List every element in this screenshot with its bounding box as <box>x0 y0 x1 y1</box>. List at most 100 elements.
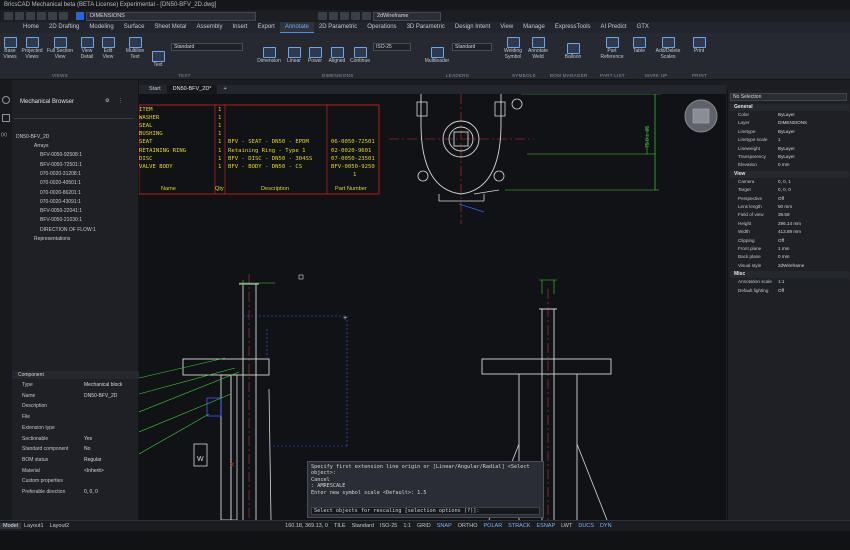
property-row[interactable]: Target 0, 0, 0 <box>730 187 849 194</box>
projected-views-button[interactable]: Projected Views <box>21 37 43 60</box>
layout-tab[interactable]: Model <box>0 523 21 529</box>
new-tab-icon[interactable]: + <box>217 85 232 94</box>
edit-view-button[interactable]: Edit View <box>99 37 117 60</box>
prop-section-header[interactable]: View <box>730 170 849 178</box>
linear-dim-button[interactable]: Linear <box>285 47 303 65</box>
tab-2d-drafting[interactable]: 2D Drafting <box>44 22 84 33</box>
tab-modeling[interactable]: Modeling <box>84 22 118 33</box>
property-row[interactable]: Lineweight ByLayer <box>730 146 849 153</box>
doc-tab-drawing[interactable]: DN50-BFV_2D* <box>166 85 218 94</box>
drawing-canvas[interactable]: 75.0 ± .05 W ✕ + ITEM 1 WASHER 1 SEAL 1 … <box>139 94 726 520</box>
tab-sheet-metal[interactable]: Sheet Metal <box>149 22 191 33</box>
aligned-dim-button[interactable]: Aligned <box>327 47 347 65</box>
property-row[interactable]: Clipping Off <box>730 238 849 245</box>
prop-section-header[interactable]: General <box>730 104 849 111</box>
tab-view[interactable]: View <box>495 22 518 33</box>
component-prop-row[interactable]: Custom properties <box>12 478 137 488</box>
dim-style-select[interactable]: ISO-25 <box>373 43 411 51</box>
browser-settings-icon[interactable]: ⚙ <box>105 98 109 104</box>
tree-root[interactable]: DN50-BFV_2D <box>16 134 49 140</box>
component-prop-row[interactable]: File <box>12 414 137 424</box>
property-row[interactable]: Camera 0, 0, 1 <box>730 179 849 186</box>
tab-insert[interactable]: Insert <box>227 22 252 33</box>
component-prop-row[interactable]: Type Mechanical block <box>12 382 137 392</box>
prop-section-header[interactable]: Misc <box>730 271 849 279</box>
continue-dim-button[interactable]: Continue <box>348 47 372 65</box>
property-row[interactable]: Front plane 1 mm <box>730 246 849 253</box>
status-toggle-ducs[interactable]: DUCS <box>575 523 597 529</box>
tab-export[interactable]: Export <box>252 22 279 33</box>
tab-design-intent[interactable]: Design Intent <box>450 22 495 33</box>
browser-search[interactable] <box>14 112 134 119</box>
power-dim-button[interactable]: Power <box>305 47 325 65</box>
property-row[interactable]: Transparency ByLayer <box>730 154 849 161</box>
view-detail-button[interactable]: View Detail <box>77 37 97 60</box>
component-prop-row[interactable]: Sectionable Yes <box>12 436 137 446</box>
tree-item[interactable]: 070-0020-31208:1 <box>40 171 81 177</box>
property-row[interactable]: Linetype ByLayer <box>730 129 849 136</box>
tree-item[interactable]: Arrays <box>34 143 48 149</box>
status-toggle-polar[interactable]: POLAR <box>481 523 506 529</box>
vertical-dim-text[interactable]: 75.0 ± .05 <box>645 126 651 148</box>
tab-annotate[interactable]: Annotate <box>279 22 314 33</box>
tab-gtx[interactable]: GTX <box>632 22 654 33</box>
tab-3d-parametric[interactable]: 3D Parametric <box>402 22 450 33</box>
tree-item[interactable]: BFV-0050-72501:1 <box>40 162 82 168</box>
layer-state-icon[interactable] <box>318 12 327 20</box>
property-row[interactable]: Layer DIMENSIONS <box>730 120 849 127</box>
new-icon[interactable] <box>4 12 13 20</box>
status-toggle-snap[interactable]: SNAP <box>434 523 455 529</box>
selection-select[interactable]: No Selection <box>730 93 847 101</box>
property-row[interactable]: Width 413.89 mm <box>730 229 849 236</box>
base-views-button[interactable]: Base Views <box>2 37 18 60</box>
layer-select[interactable]: DIMENSIONS <box>86 11 256 21</box>
view-cube-face[interactable] <box>692 108 710 124</box>
tree-item[interactable]: 070-0020-40501:1 <box>40 180 81 186</box>
linetype-icon[interactable] <box>351 12 360 20</box>
property-row[interactable]: Elevation 0 mm <box>730 162 849 169</box>
component-prop-row[interactable]: BOM status Regular <box>12 457 137 467</box>
status-toggle-lwt[interactable]: LWT <box>558 523 575 529</box>
property-row[interactable]: Default lighting Off <box>730 288 849 295</box>
weld-w-label[interactable]: W <box>197 456 204 463</box>
valve-top-view[interactable]: 75.0 ± .05 <box>389 94 661 224</box>
full-section-view-button[interactable]: Full Section View <box>46 37 74 60</box>
component-prop-row[interactable]: Standard component No <box>12 446 137 456</box>
tree-item[interactable]: 070-0020-43091:1 <box>40 199 81 205</box>
status-toggle-strack[interactable]: STRACK <box>505 523 533 529</box>
save-icon[interactable] <box>26 12 35 20</box>
component-prop-row[interactable]: Name DN50-BFV_2D <box>12 393 137 403</box>
status-toggle-grid[interactable]: GRID <box>414 523 434 529</box>
property-row[interactable]: Visual style 2dWireframe <box>730 263 849 270</box>
text-button[interactable]: Text <box>151 51 165 69</box>
tree-item[interactable]: 070-0020-86201:1 <box>40 190 81 196</box>
tab-2d-parametric[interactable]: 2D Parametric <box>314 22 362 33</box>
property-row[interactable]: Height 296.14 mm <box>730 221 849 228</box>
component-prop-row[interactable]: Material <Inherit> <box>12 468 137 478</box>
tab-operations[interactable]: Operations <box>362 22 401 33</box>
tree-item[interactable]: BFV-0050-92508:1 <box>40 152 82 158</box>
browser-menu-icon[interactable]: ⋮ <box>118 98 123 104</box>
layout-tab[interactable]: Layout2 <box>47 523 73 529</box>
doc-tab-start[interactable]: Start <box>143 85 167 94</box>
tab-home[interactable]: Home <box>18 22 44 33</box>
tab-ai-predict[interactable]: AI Predict <box>596 22 632 33</box>
property-row[interactable]: Annotation scale 1:1 <box>730 279 849 286</box>
component-prop-row[interactable]: Preferable direction 0, 0, 0 <box>12 489 137 499</box>
component-header[interactable]: Component <box>12 371 139 379</box>
tab-assembly[interactable]: Assembly <box>191 22 227 33</box>
browser-icon[interactable] <box>2 96 10 104</box>
balloon-button[interactable]: Balloon <box>561 43 585 61</box>
property-row[interactable]: Lens length 50 mm <box>730 204 849 211</box>
command-input[interactable]: Select objects for rescaling [selection … <box>311 507 540 515</box>
tab-surface[interactable]: Surface <box>119 22 150 33</box>
mleader-style-select[interactable]: Standard <box>452 43 492 51</box>
property-row[interactable]: Color ByLayer <box>730 112 849 119</box>
property-row[interactable]: Perspective Off <box>730 196 849 203</box>
redo-icon[interactable] <box>59 12 68 20</box>
tab-manage[interactable]: Manage <box>518 22 550 33</box>
tree-item[interactable]: Representations <box>34 236 70 242</box>
status-toggle-iso-25[interactable]: ISO-25 <box>377 523 400 529</box>
open-icon[interactable] <box>15 12 24 20</box>
dimension-button[interactable]: Dimension <box>256 47 282 65</box>
